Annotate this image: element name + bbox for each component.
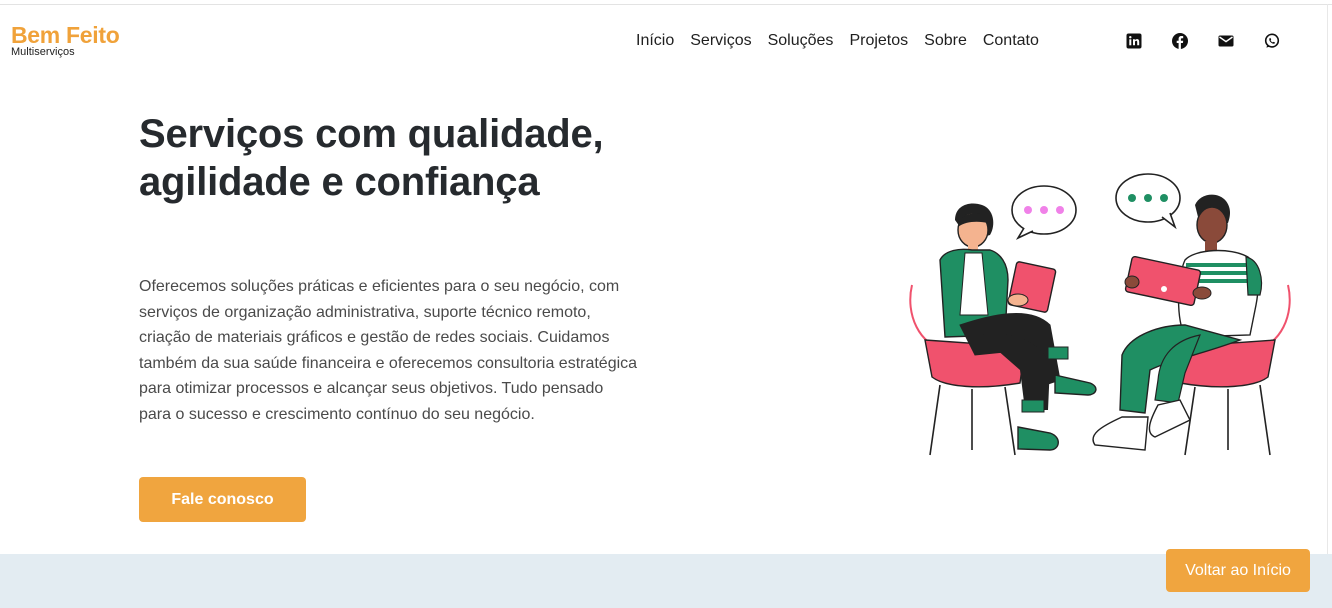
hero-illustration [900,165,1300,465]
linkedin-icon[interactable] [1125,32,1143,50]
brand-tagline: Multiserviços [11,46,75,58]
facebook-icon[interactable] [1171,32,1189,50]
hero-title: Serviços com qualidade, agilidade e conf… [139,110,699,206]
nav-item-inicio[interactable]: Início [636,31,674,51]
brand-name: Bem Feito [11,22,120,48]
next-section-band [0,554,1332,608]
hero-title-line-2: agilidade e confiança [139,160,540,204]
hero-description: Oferecemos soluções práticas e eficiente… [139,278,638,423]
brand-logo[interactable]: Bem Feito Multiserviços [11,22,120,58]
back-to-top-button[interactable]: Voltar ao Início [1166,549,1310,592]
page-right-border [1327,4,1328,554]
contact-cta-button[interactable]: Fale conosco [139,477,306,522]
whatsapp-icon[interactable] [1263,32,1281,50]
header-top-border [0,4,1332,5]
nav-item-servicos[interactable]: Serviços [690,31,751,51]
nav-item-projetos[interactable]: Projetos [849,31,908,51]
social-links [1125,32,1281,50]
main-nav: Início Serviços Soluções Projetos Sobre … [636,31,1039,51]
nav-item-sobre[interactable]: Sobre [924,31,967,51]
nav-item-contato[interactable]: Contato [983,31,1039,51]
email-icon[interactable] [1217,32,1235,50]
hero-title-line-1: Serviços com qualidade, [139,112,604,156]
nav-item-solucoes[interactable]: Soluções [768,31,834,51]
